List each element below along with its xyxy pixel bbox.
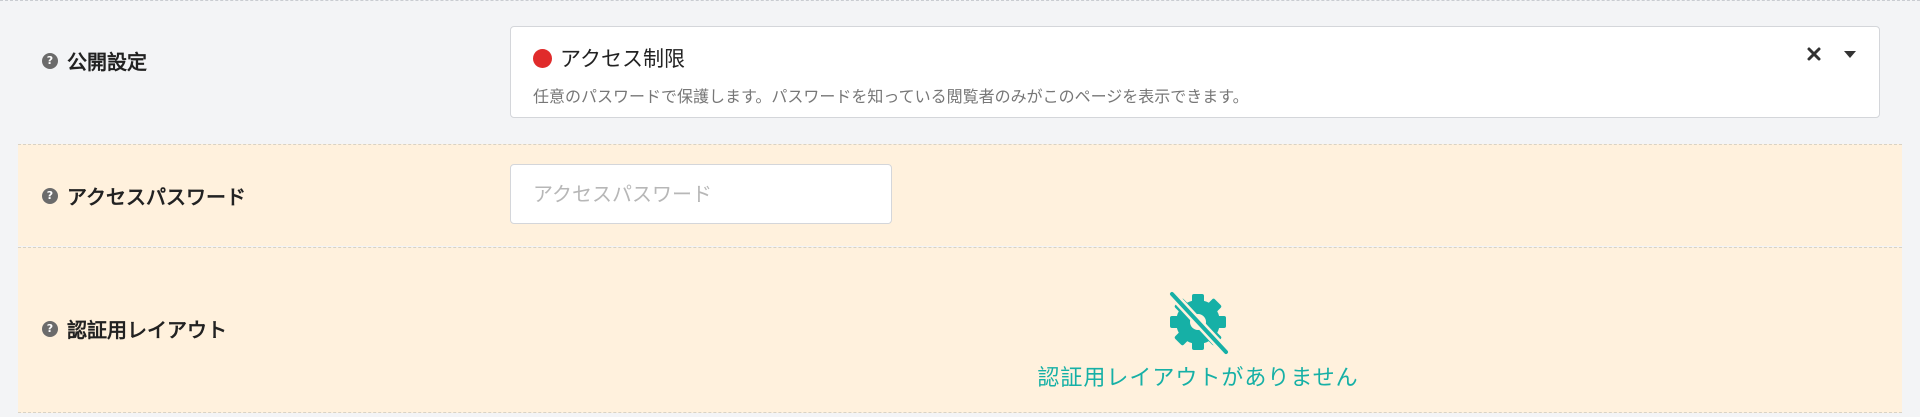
visibility-label: ? 公開設定 — [42, 46, 147, 75]
password-label: ? アクセスパスワード — [42, 181, 246, 210]
auth-layout-row: ? 認証用レイアウト 認証用レイアウトがありません — [18, 247, 1902, 413]
status-dot-icon — [533, 48, 552, 68]
page-settings-form: ? 公開設定 アクセス制限 任意のパスワードで保護します。パスワードを知っている… — [0, 0, 1920, 417]
password-label-text: アクセスパスワード — [67, 185, 246, 209]
empty-state: 認証用レイアウトがありません — [918, 286, 1478, 392]
access-password-input[interactable] — [510, 164, 892, 224]
divider — [0, 0, 1920, 1]
auth-layout-label: ? 認証用レイアウト — [42, 314, 227, 343]
help-icon[interactable]: ? — [42, 320, 58, 337]
auth-layout-label-text: 認証用レイアウト — [67, 318, 227, 342]
selected-option: アクセス制限 — [533, 43, 685, 73]
password-row: ? アクセスパスワード — [18, 144, 1902, 246]
help-icon[interactable]: ? — [42, 52, 58, 69]
chevron-down-icon[interactable] — [1843, 49, 1857, 59]
selected-option-description: 任意のパスワードで保護します。パスワードを知っている閲覧者のみがこのページを表示… — [533, 87, 1249, 106]
help-icon[interactable]: ? — [42, 187, 58, 204]
visibility-row: ? 公開設定 アクセス制限 任意のパスワードで保護します。パスワードを知っている… — [18, 2, 1902, 143]
close-icon[interactable] — [1805, 45, 1823, 63]
gear-off-icon — [1167, 289, 1231, 357]
selected-option-title: アクセス制限 — [560, 47, 685, 71]
empty-message: 認証用レイアウトがありません — [1037, 366, 1359, 391]
visibility-select[interactable]: アクセス制限 任意のパスワードで保護します。パスワードを知っている閲覧者のみがこ… — [510, 26, 1880, 118]
visibility-label-text: 公開設定 — [67, 50, 147, 74]
